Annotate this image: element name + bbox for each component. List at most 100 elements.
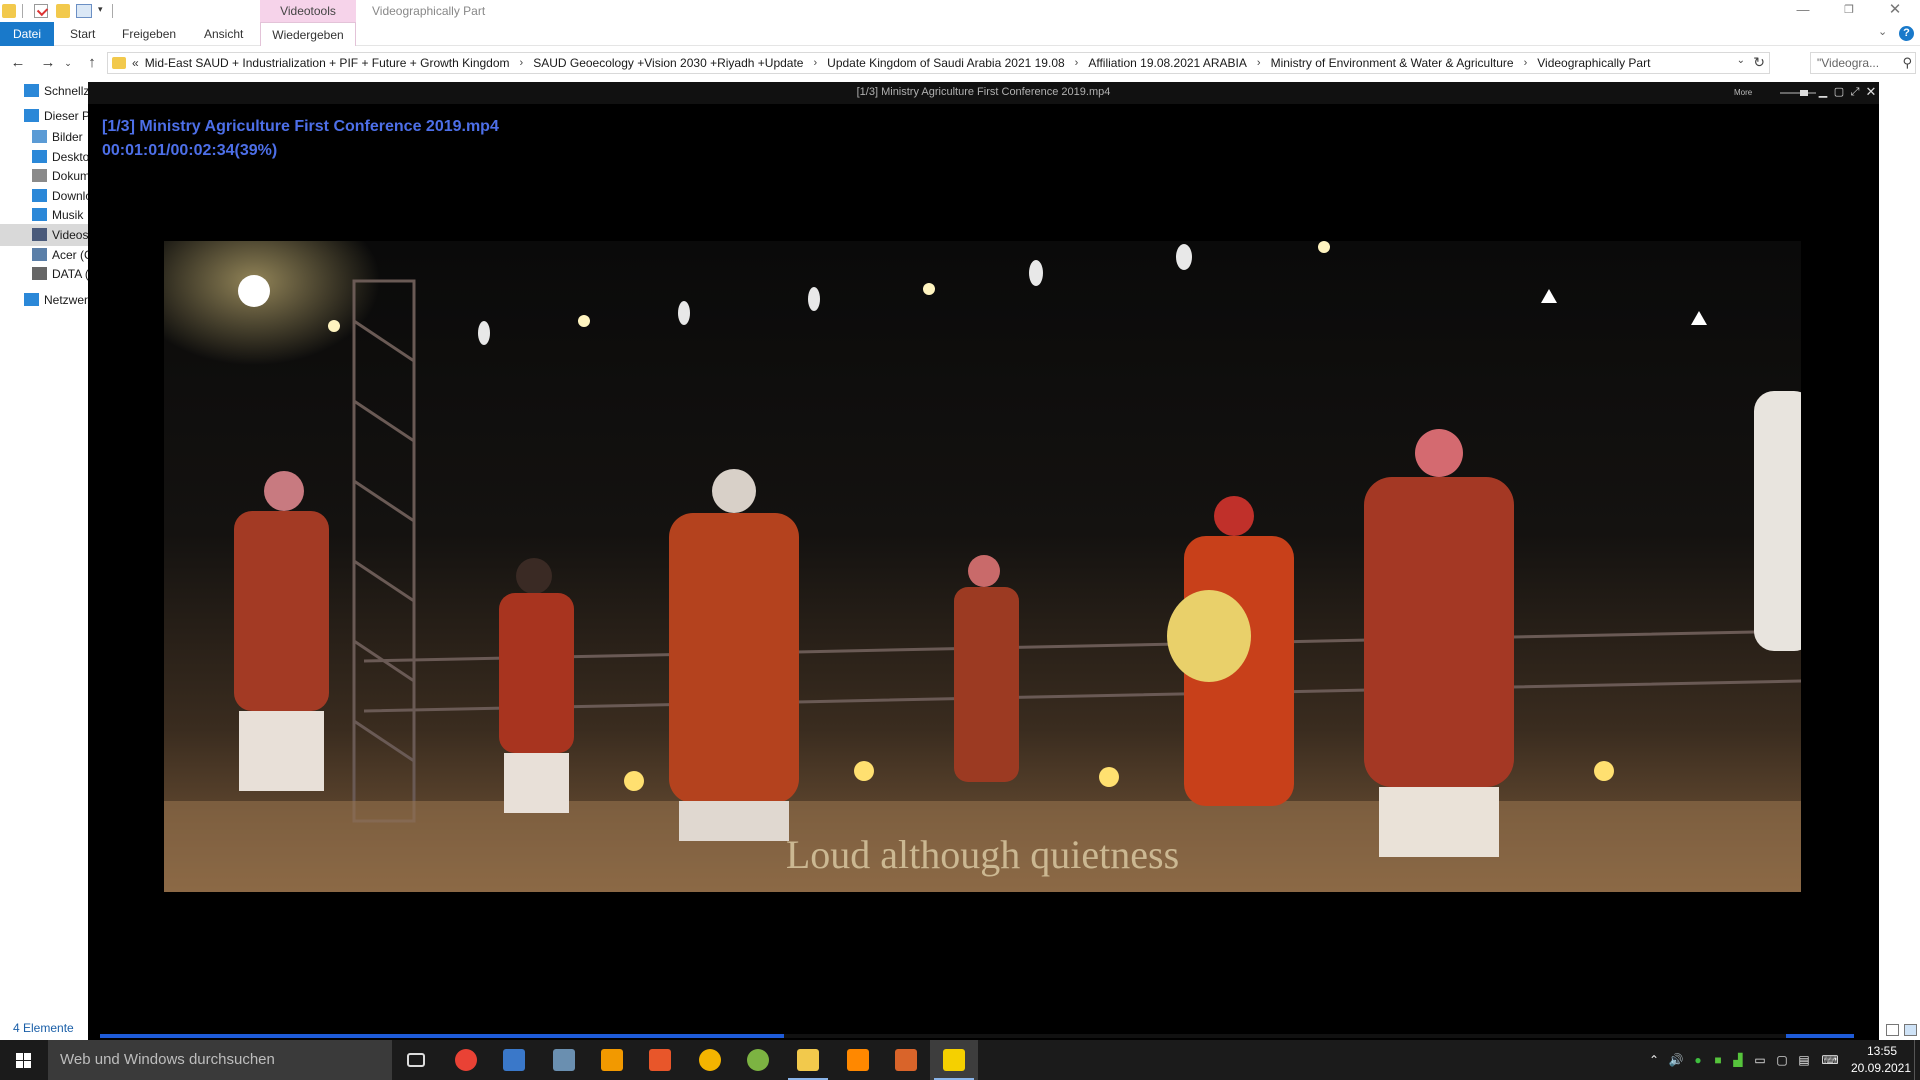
expand-ribbon-icon[interactable]: ⌄ (1878, 25, 1887, 38)
forward-arrow-icon[interactable]: → (38, 53, 58, 73)
taskbar-app-button[interactable] (834, 1040, 882, 1080)
taskbar-app-button[interactable] (588, 1040, 636, 1080)
chrome-icon (455, 1049, 477, 1071)
nav-pane-item[interactable]: Dieser PC (0, 105, 88, 127)
properties-icon[interactable] (34, 4, 48, 18)
player-fullscreen-icon[interactable]: ⤢ (1848, 85, 1862, 99)
taskbar-app-button[interactable] (392, 1040, 440, 1080)
nvidia-icon[interactable]: ■ (1710, 1052, 1726, 1068)
nav-pane-item-label: Dokumente (52, 169, 88, 183)
up-arrow-icon[interactable]: ↑ (82, 53, 102, 73)
tab-freigeben[interactable]: Freigeben (110, 22, 188, 46)
taskbar-app-button[interactable] (490, 1040, 538, 1080)
maximize-button[interactable]: ❐ (1826, 0, 1872, 22)
customize-quick-access-icon[interactable]: ▾ (98, 4, 103, 15)
taskbar-app-button[interactable] (784, 1040, 832, 1080)
chevron-right-icon[interactable]: › (520, 57, 524, 69)
player-minimize-icon[interactable]: ▁ (1816, 85, 1830, 99)
taskbar-app-button[interactable] (686, 1040, 734, 1080)
new-folder-icon[interactable] (56, 4, 70, 18)
seek-bar[interactable] (100, 1034, 1853, 1038)
player-title-bar[interactable]: [1/3] Ministry Agriculture First Confere… (88, 82, 1879, 104)
breadcrumb-item[interactable]: Ministry of Environment & Water & Agricu… (1271, 56, 1514, 70)
taskbar: Web und Windows durchsuchen ⌃ 🔊 ● ■ ▟ ▭ … (0, 1040, 1920, 1080)
video-frame[interactable]: Loud although quietness (164, 241, 1801, 892)
breadcrumb-item[interactable]: Mid-East SAUD + Industrialization + PIF … (145, 56, 510, 70)
video-player-window[interactable]: [1/3] Ministry Agriculture First Confere… (88, 82, 1879, 1040)
seek-bar-progress[interactable] (100, 1034, 784, 1038)
tab-datei[interactable]: Datei (0, 22, 54, 46)
nav-pane-item[interactable]: Bilder (0, 126, 88, 148)
taskbar-app-button[interactable] (734, 1040, 782, 1080)
dancer (499, 558, 574, 813)
chevron-down-icon[interactable]: ⌄ (1737, 55, 1745, 66)
nav-pane-item[interactable]: Musik (0, 204, 88, 226)
app-orange-icon (601, 1049, 623, 1071)
refresh-icon[interactable]: ↻ (1753, 54, 1765, 71)
display-icon[interactable]: ▢ (1774, 1052, 1790, 1068)
address-bar[interactable]: « Mid-East SAUD + Industrialization + PI… (107, 52, 1770, 74)
notification-icon[interactable]: ▤ (1796, 1052, 1812, 1068)
nav-pane-item[interactable]: Schnellzugriff (0, 80, 88, 102)
security-check-icon[interactable]: ● (1690, 1052, 1706, 1068)
navigation-bar: ← → ⌄ ↑ « Mid-East SAUD + Industrializat… (0, 50, 1920, 76)
large-icons-view-icon[interactable] (1904, 1024, 1917, 1036)
chevron-up-icon[interactable]: ⌃ (1646, 1052, 1662, 1068)
volume-bar[interactable] (1786, 1034, 1854, 1038)
chevron-right-icon[interactable]: › (1257, 57, 1261, 69)
taskbar-search-input[interactable]: Web und Windows durchsuchen (48, 1040, 392, 1080)
chevron-right-icon[interactable]: › (813, 57, 817, 69)
breadcrumb-item[interactable]: SAUD Geoecology +Vision 2030 +Riyadh +Up… (533, 56, 803, 70)
minimize-button[interactable]: — (1780, 0, 1826, 22)
downloads-folder-icon (32, 189, 47, 202)
close-button[interactable]: ✕ (1872, 0, 1918, 22)
more-button[interactable]: More (1734, 88, 1752, 97)
breadcrumb-overflow[interactable]: « (132, 56, 139, 70)
power-icon[interactable]: ▭ (1752, 1052, 1768, 1068)
rename-icon[interactable] (76, 4, 92, 18)
status-item-count: 4 Elemente (13, 1021, 74, 1035)
player-close-icon[interactable]: ✕ (1864, 85, 1878, 99)
breadcrumb-item[interactable]: Update Kingdom of Saudi Arabia 2021 19.0… (827, 56, 1065, 70)
nav-pane-item[interactable]: Netzwerk (0, 289, 88, 311)
player-restore-icon[interactable]: ▢ (1832, 85, 1846, 99)
speaker-icon[interactable]: 🔊 (1668, 1052, 1684, 1068)
network-status-icon[interactable]: ▟ (1730, 1052, 1746, 1068)
dancer (1754, 391, 1801, 651)
photo-tool-icon (553, 1049, 575, 1071)
clock-date[interactable]: 20.09.2021 (1846, 1061, 1916, 1075)
back-arrow-icon[interactable]: ← (8, 53, 28, 73)
windows-start-icon[interactable] (0, 1040, 48, 1080)
opacity-slider-handle[interactable] (1800, 90, 1808, 96)
tab-ansicht[interactable]: Ansicht (192, 22, 255, 46)
tab-start[interactable]: Start (58, 22, 107, 46)
vlc-icon (847, 1049, 869, 1071)
clock-time[interactable]: 13:55 (1858, 1044, 1906, 1058)
show-desktop-button[interactable] (1914, 1040, 1920, 1080)
help-icon[interactable]: ? (1899, 26, 1914, 41)
nav-pane-item[interactable]: Dokumente (0, 165, 88, 187)
folder-icon (112, 57, 126, 69)
tab-wiedergeben[interactable]: Wiedergeben (260, 22, 356, 46)
nav-pane-item-label: DATA (D:) (52, 267, 88, 281)
keyboard-icon[interactable]: ⌨ (1818, 1052, 1842, 1068)
computer-icon (24, 109, 39, 122)
breadcrumb-item[interactable]: Affiliation 19.08.2021 ARABIA (1088, 56, 1247, 70)
navigation-pane: Schnellzugriff Dieser PC Bilder Desktop Doku… (0, 80, 88, 1040)
opacity-slider[interactable] (1780, 92, 1816, 94)
taskbar-app-button[interactable] (882, 1040, 930, 1080)
taskbar-app-button[interactable] (930, 1040, 978, 1080)
nav-pane-item-label: Downloads (52, 189, 88, 203)
nav-pane-item[interactable]: DATA (D:) (0, 263, 88, 285)
chevron-right-icon[interactable]: › (1524, 57, 1528, 69)
chevron-right-icon[interactable]: › (1075, 57, 1079, 69)
taskbar-app-button[interactable] (636, 1040, 684, 1080)
recent-locations-icon[interactable]: ⌄ (62, 53, 74, 73)
details-view-icon[interactable] (1886, 1024, 1899, 1036)
search-input[interactable]: "Videogra... ⚲ (1810, 52, 1916, 74)
breadcrumb-item[interactable]: Videographically Part (1537, 56, 1650, 70)
search-icon[interactable]: ⚲ (1902, 55, 1912, 71)
nav-pane-item[interactable]: Videos (0, 224, 88, 246)
taskbar-app-button[interactable] (442, 1040, 490, 1080)
taskbar-app-button[interactable] (540, 1040, 588, 1080)
